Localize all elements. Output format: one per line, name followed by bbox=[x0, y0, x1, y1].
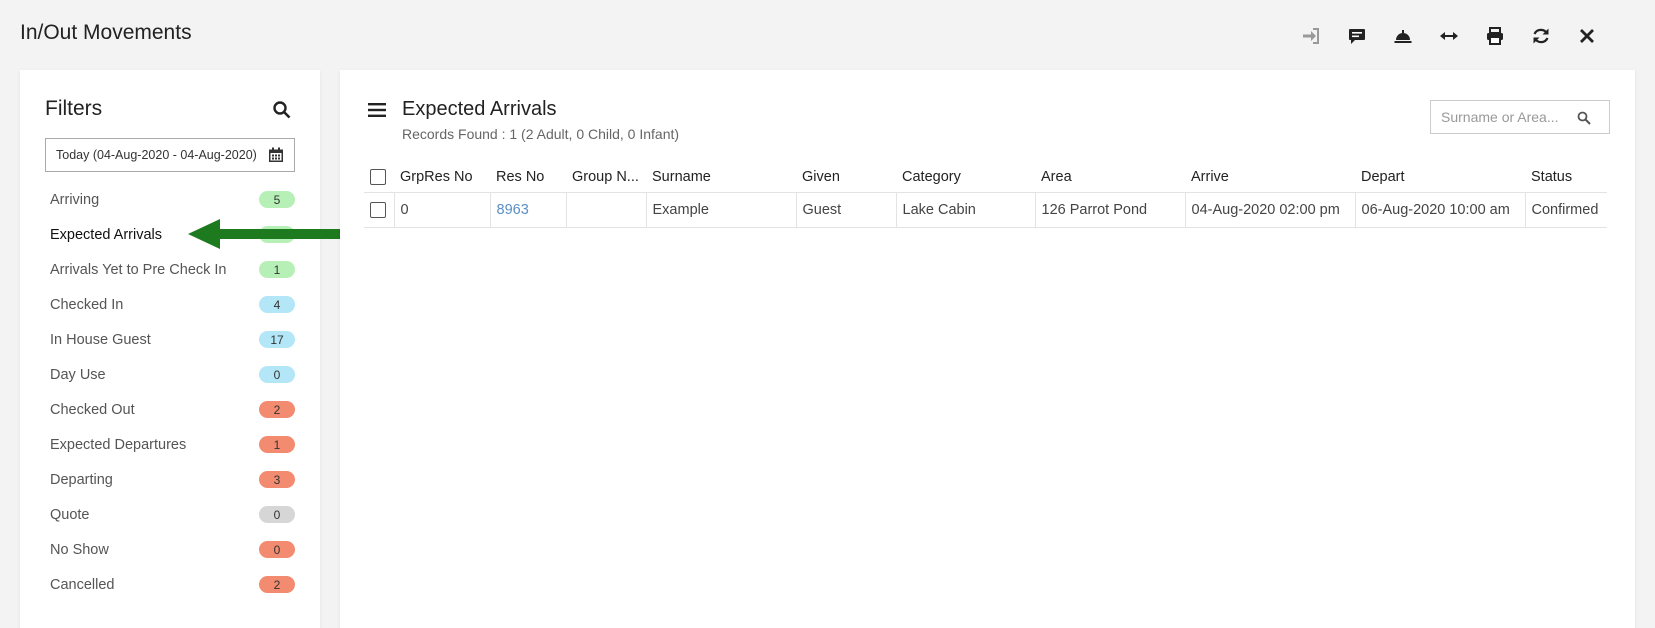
main-panel: Expected Arrivals Records Found : 1 (2 A… bbox=[340, 70, 1635, 628]
filter-arriving[interactable]: Arriving 5 bbox=[45, 182, 295, 217]
row-checkbox[interactable] bbox=[370, 201, 386, 218]
column-header[interactable]: Surname bbox=[646, 162, 796, 192]
count-badge: 1 bbox=[259, 261, 295, 278]
annotation-arrow bbox=[188, 219, 350, 249]
date-range-value: Today (04-Aug-2020 - 04-Aug-2020) bbox=[56, 148, 257, 162]
sign-in-icon bbox=[1303, 28, 1319, 44]
resize-horizontal-icon bbox=[1440, 32, 1458, 40]
search-icon[interactable] bbox=[272, 100, 292, 120]
category-cell: Lake Cabin bbox=[895, 191, 1035, 228]
filter-checked-out[interactable]: Checked Out 2 bbox=[45, 392, 295, 427]
filter-no-show[interactable]: No Show 0 bbox=[45, 532, 295, 567]
filters-panel: Filters Today (04-Aug-2020 - 04-Aug-2020… bbox=[20, 70, 320, 628]
count-badge: 3 bbox=[259, 471, 295, 488]
count-badge: 5 bbox=[259, 191, 295, 208]
column-header[interactable]: Res No bbox=[490, 162, 566, 192]
row-select-cell bbox=[364, 191, 394, 228]
filter-label: Day Use bbox=[50, 366, 106, 383]
column-header[interactable]: Category bbox=[896, 162, 1035, 192]
count-badge: 2 bbox=[259, 401, 295, 418]
filter-arrivals-yet-to-pre-check-in[interactable]: Arrivals Yet to Pre Check In 1 bbox=[45, 252, 295, 287]
filter-label: Expected Arrivals bbox=[50, 226, 163, 243]
refresh-button[interactable] bbox=[1518, 24, 1564, 48]
area-cell: 126 Parrot Pond bbox=[1034, 191, 1185, 228]
close-icon bbox=[1580, 29, 1594, 43]
search-input[interactable] bbox=[1441, 109, 1571, 125]
filter-in-house-guest[interactable]: In House Guest 17 bbox=[45, 322, 295, 357]
arrivals-table: GrpRes No Res No Group N... Surname Give… bbox=[364, 162, 1607, 228]
table-row[interactable]: 0 8963 Example Guest Lake Cabin 126 Parr… bbox=[364, 191, 1607, 228]
main-title: Expected Arrivals bbox=[402, 98, 557, 120]
bell-button[interactable] bbox=[1380, 24, 1426, 48]
filter-label: Arriving bbox=[50, 191, 100, 208]
column-header[interactable]: Given bbox=[796, 162, 896, 192]
arrive-cell: 04-Aug-2020 02:00 pm bbox=[1184, 191, 1355, 228]
filter-quote[interactable]: Quote 0 bbox=[45, 497, 295, 532]
count-badge: 1 bbox=[259, 436, 295, 453]
print-button[interactable] bbox=[1472, 24, 1518, 48]
filter-departing[interactable]: Departing 3 bbox=[45, 462, 295, 497]
column-header[interactable]: Area bbox=[1035, 162, 1185, 192]
column-header[interactable]: GrpRes No bbox=[394, 162, 490, 192]
bell-icon bbox=[1394, 30, 1412, 43]
filter-label: In House Guest bbox=[50, 331, 151, 348]
calendar-icon bbox=[269, 147, 283, 162]
filter-label: Checked In bbox=[50, 296, 124, 313]
column-header[interactable]: Status bbox=[1525, 162, 1607, 192]
filter-checked-in[interactable]: Checked In 4 bbox=[45, 287, 295, 322]
count-badge: 4 bbox=[259, 296, 295, 313]
filter-label: Departing bbox=[50, 471, 113, 488]
surname-cell: Example bbox=[645, 191, 796, 228]
filter-label: Cancelled bbox=[50, 576, 115, 593]
records-found: Records Found : 1 (2 Adult, 0 Child, 0 I… bbox=[402, 126, 680, 142]
date-range-select[interactable]: Today (04-Aug-2020 - 04-Aug-2020) bbox=[45, 138, 295, 172]
menu-icon[interactable] bbox=[368, 102, 386, 118]
resize-button[interactable] bbox=[1426, 24, 1472, 48]
table-header-row: GrpRes No Res No Group N... Surname Give… bbox=[364, 162, 1607, 192]
count-badge: 0 bbox=[259, 506, 295, 523]
column-header[interactable]: Depart bbox=[1355, 162, 1525, 192]
filter-day-use[interactable]: Day Use 0 bbox=[45, 357, 295, 392]
filter-expected-departures[interactable]: Expected Departures 1 bbox=[45, 427, 295, 462]
comment-icon bbox=[1349, 29, 1365, 44]
column-header[interactable]: Arrive bbox=[1185, 162, 1355, 192]
close-button[interactable] bbox=[1564, 24, 1610, 48]
search-box[interactable] bbox=[1430, 100, 1610, 134]
comment-button[interactable] bbox=[1334, 24, 1380, 48]
count-badge: 0 bbox=[259, 541, 295, 558]
filter-label: Quote bbox=[50, 506, 90, 523]
filter-label: No Show bbox=[50, 541, 109, 558]
depart-cell: 06-Aug-2020 10:00 am bbox=[1354, 191, 1525, 228]
given-cell: Guest bbox=[795, 191, 896, 228]
filter-label: Arrivals Yet to Pre Check In bbox=[50, 261, 227, 278]
print-icon bbox=[1487, 27, 1503, 45]
refresh-icon bbox=[1533, 28, 1549, 44]
toolbar bbox=[1288, 24, 1610, 48]
filter-cancelled[interactable]: Cancelled 2 bbox=[45, 567, 295, 602]
sign-in-button[interactable] bbox=[1288, 24, 1334, 48]
res-no-link[interactable]: 8963 bbox=[497, 202, 529, 218]
page-title: In/Out Movements bbox=[20, 21, 192, 44]
res-no-cell: 8963 bbox=[489, 191, 566, 228]
filter-label: Expected Departures bbox=[50, 436, 187, 453]
search-icon bbox=[1577, 111, 1591, 125]
count-badge: 17 bbox=[259, 331, 295, 348]
grpres-no-cell: 0 bbox=[393, 191, 490, 228]
column-header[interactable]: Group N... bbox=[566, 162, 646, 192]
count-badge: 2 bbox=[259, 576, 295, 593]
filter-label: Checked Out bbox=[50, 401, 135, 418]
count-badge: 0 bbox=[259, 366, 295, 383]
group-name-cell bbox=[565, 191, 646, 228]
status-cell: Confirmed bbox=[1524, 191, 1607, 228]
select-all-cell bbox=[364, 162, 394, 192]
filters-title: Filters bbox=[45, 97, 103, 120]
select-all-checkbox[interactable] bbox=[370, 168, 386, 185]
